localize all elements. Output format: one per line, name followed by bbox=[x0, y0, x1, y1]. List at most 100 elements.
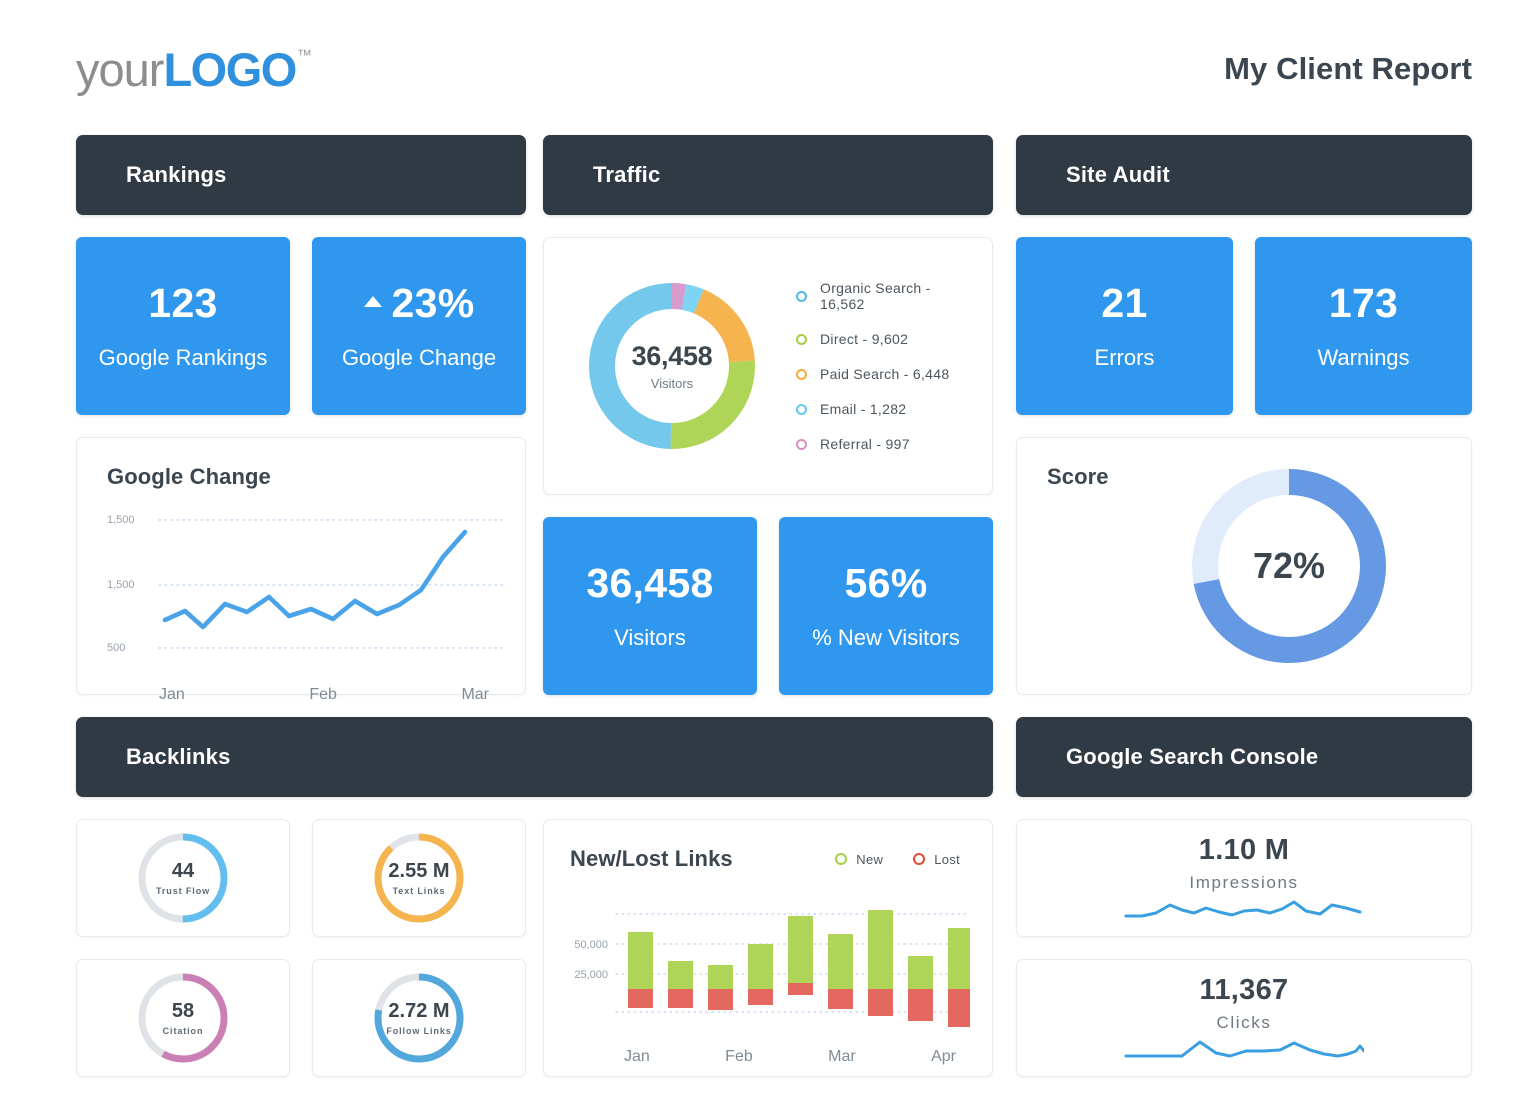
bars-lost bbox=[628, 983, 970, 1027]
section-title: Traffic bbox=[593, 162, 661, 187]
traffic-donut: 36,458 Visitors bbox=[584, 278, 760, 454]
traffic-kpi-row: 36,458 Visitors 56% % New Visitors bbox=[543, 517, 993, 695]
legend-item-lost: Lost bbox=[913, 852, 960, 867]
gauge-label: Trust Flow bbox=[156, 885, 210, 896]
page-header: your LOGO ™ My Client Report bbox=[76, 28, 1472, 110]
gauge-value: 2.72 M bbox=[388, 999, 450, 1022]
backlinks-gauge-grid: 44 Trust Flow 2.55 M Text Links 58 Citat… bbox=[76, 819, 526, 1077]
dashboard-grid: Rankings 123 Google Rankings 23% Google … bbox=[76, 135, 1472, 1080]
gauge-card-citation[interactable]: 58 Citation bbox=[76, 959, 290, 1077]
card-clicks[interactable]: 11,367 Clicks bbox=[1016, 959, 1472, 1077]
metric-value: 11,367 bbox=[1199, 973, 1289, 1006]
x-tick-label: Jan bbox=[159, 686, 185, 703]
kpi-value-wrap: 123 bbox=[148, 283, 217, 324]
gauge-citation: 58 Citation bbox=[134, 969, 232, 1067]
x-tick-label: Apr bbox=[931, 1048, 956, 1065]
report-page: your LOGO ™ My Client Report Rankings 123 … bbox=[0, 0, 1536, 1098]
legend-label: Email - 1,282 bbox=[820, 401, 907, 417]
kpi-new-visitors[interactable]: 56% % New Visitors bbox=[779, 517, 993, 695]
section-header-search-console: Google Search Console bbox=[1016, 717, 1472, 797]
legend-dot-icon bbox=[796, 403, 807, 415]
gauge-card-follow-links[interactable]: 2.72 M Follow Links bbox=[312, 959, 526, 1077]
kpi-value-wrap: 173 bbox=[1329, 283, 1398, 324]
rankings-kpi-row: 123 Google Rankings 23% Google Change bbox=[76, 237, 526, 415]
bar-chart-svg: 50,000 25,000 bbox=[574, 910, 971, 1027]
gauge-value: 58 bbox=[171, 999, 195, 1022]
section-title: Rankings bbox=[126, 162, 227, 187]
score-donut: 72% bbox=[1185, 462, 1393, 670]
legend-dot-icon bbox=[796, 333, 807, 345]
gauge-center: 2.72 M Follow Links bbox=[370, 969, 468, 1067]
kpi-label: Google Change bbox=[341, 345, 497, 370]
y-tick-label: 1,500 bbox=[107, 514, 135, 526]
kpi-label: Google Rankings bbox=[98, 345, 268, 370]
gauge-card-trust-flow[interactable]: 44 Trust Flow bbox=[76, 819, 290, 937]
kpi-value: 123 bbox=[148, 280, 218, 326]
gridlines bbox=[158, 519, 506, 649]
card-impressions[interactable]: 1.10 M Impressions bbox=[1016, 819, 1472, 937]
legend-label: Paid Search - 6,448 bbox=[820, 366, 950, 382]
legend-item-referral: Referral - 997 bbox=[796, 436, 966, 452]
kpi-warnings[interactable]: 173 Warnings bbox=[1255, 237, 1472, 415]
x-tick-label: Mar bbox=[828, 1048, 856, 1065]
bar-chart-header: New/Lost Links New Lost bbox=[570, 846, 970, 872]
brand-logo: your LOGO ™ bbox=[76, 42, 312, 96]
section-header-rankings: Rankings bbox=[76, 135, 526, 215]
chart-title: Google Change bbox=[107, 464, 271, 489]
gauge-label: Text Links bbox=[392, 885, 446, 896]
logo-bold: LOGO bbox=[163, 42, 297, 96]
score-value: 72% bbox=[1252, 545, 1326, 586]
donut-center-label: Visitors bbox=[650, 376, 694, 391]
kpi-value-wrap: 36,458 bbox=[586, 563, 713, 604]
gauge-value: 44 bbox=[171, 859, 195, 882]
chart-title: New/Lost Links bbox=[570, 846, 733, 871]
logo-prefix: your bbox=[76, 42, 164, 96]
traffic-legend: Organic Search - 16,562 Direct - 9,602 P… bbox=[796, 280, 966, 452]
legend-item-organic-search: Organic Search - 16,562 bbox=[796, 280, 966, 312]
legend-item-new: New bbox=[835, 852, 883, 867]
kpi-value: 56% bbox=[844, 560, 928, 606]
logo-trademark-icon: ™ bbox=[296, 46, 312, 64]
legend-label: Referral - 997 bbox=[820, 436, 910, 452]
legend-label: Organic Search - 16,562 bbox=[820, 280, 931, 312]
legend-label: New bbox=[856, 851, 884, 867]
bar-chart: 50,000 25,000 Jan Feb Mar Apr bbox=[570, 886, 971, 1065]
y-tick-label: 1,500 bbox=[107, 579, 135, 591]
layout-spacer bbox=[543, 695, 993, 797]
x-tick-label: Jan bbox=[624, 1048, 650, 1065]
legend-dot-icon bbox=[796, 438, 807, 450]
column-traffic: Traffic 36,458 Visitors Organic Search -… bbox=[543, 135, 993, 1077]
x-tick-label: Feb bbox=[309, 686, 337, 703]
x-tick-label: Feb bbox=[725, 1048, 753, 1065]
kpi-errors[interactable]: 21 Errors bbox=[1016, 237, 1233, 415]
legend-dot-icon bbox=[835, 853, 848, 865]
metric-value: 1.10 M bbox=[1198, 833, 1290, 866]
gauge-follow-links: 2.72 M Follow Links bbox=[370, 969, 468, 1067]
gauge-text-links: 2.55 M Text Links bbox=[370, 829, 468, 927]
kpi-value: 23% bbox=[391, 280, 475, 326]
section-title: Backlinks bbox=[126, 744, 231, 769]
donut-center: 36,458 Visitors bbox=[584, 278, 760, 454]
card-site-audit-score: Score 72% bbox=[1016, 437, 1472, 695]
legend-label: Direct - 9,602 bbox=[820, 331, 909, 347]
legend-dot-icon bbox=[796, 368, 807, 380]
legend-label: Lost bbox=[934, 851, 960, 867]
kpi-google-rankings[interactable]: 123 Google Rankings bbox=[76, 237, 290, 415]
section-header-site-audit: Site Audit bbox=[1016, 135, 1472, 215]
section-title: Site Audit bbox=[1066, 162, 1170, 187]
donut-center-value: 36,458 bbox=[631, 341, 713, 371]
impressions-sparkline bbox=[1124, 900, 1362, 917]
card-traffic-donut: 36,458 Visitors Organic Search - 16,562 … bbox=[543, 237, 993, 495]
card-new-lost-links: New/Lost Links New Lost 50,000 25,000 Ja… bbox=[543, 819, 993, 1077]
legend-item-direct: Direct - 9,602 bbox=[796, 331, 966, 347]
kpi-google-change[interactable]: 23% Google Change bbox=[312, 237, 526, 415]
gauge-card-text-links[interactable]: 2.55 M Text Links bbox=[312, 819, 526, 937]
kpi-visitors[interactable]: 36,458 Visitors bbox=[543, 517, 757, 695]
gauge-center: 44 Trust Flow bbox=[134, 829, 232, 927]
gauge-value: 2.55 M bbox=[388, 859, 450, 882]
kpi-label: Warnings bbox=[1317, 345, 1410, 370]
legend-item-email: Email - 1,282 bbox=[796, 401, 966, 417]
metric-label: Impressions bbox=[1189, 872, 1299, 892]
kpi-value-wrap: 23% bbox=[363, 280, 475, 326]
kpi-value-wrap: 21 bbox=[1101, 283, 1147, 324]
